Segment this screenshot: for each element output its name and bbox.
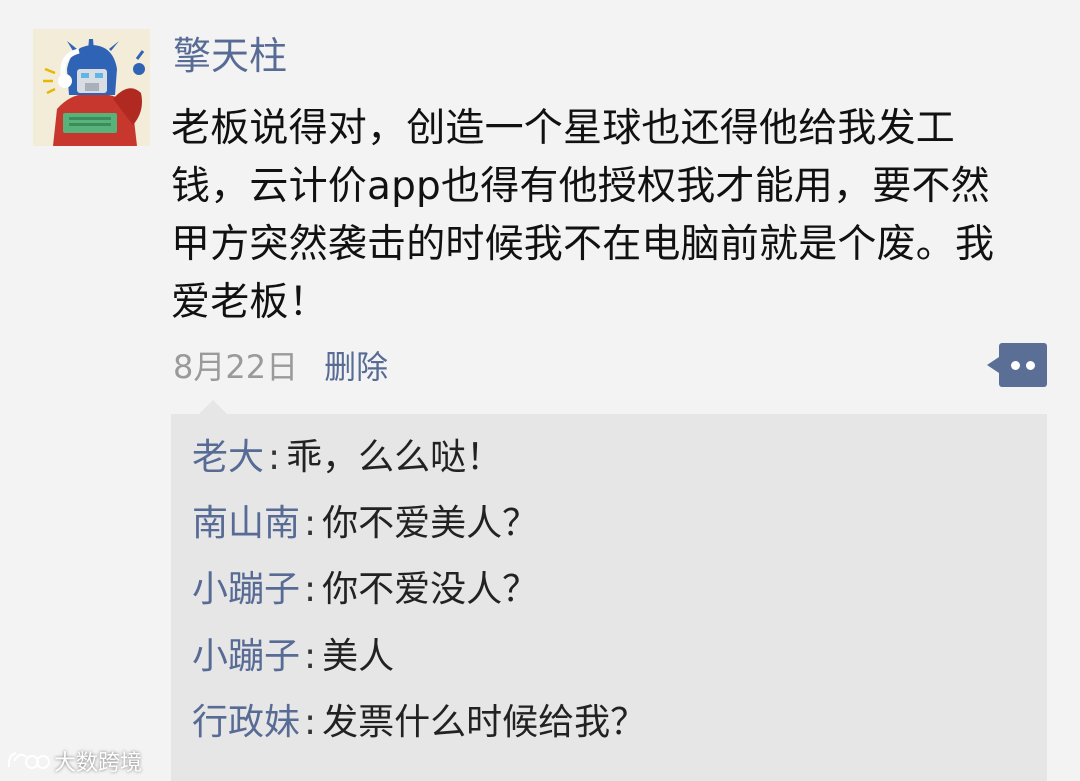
watermark-logo-icon <box>7 752 50 769</box>
comment-author[interactable]: 南山南 <box>192 503 300 544</box>
comment-text: 你不爱没人？ <box>322 569 539 610</box>
watermark-text: 大数跨境 <box>54 751 143 776</box>
comment-item: 小蹦子: 你不爱没人？ <box>192 567 538 613</box>
username[interactable]: 擎天柱 <box>173 30 287 82</box>
comment-author[interactable]: 小蹦子 <box>192 569 300 610</box>
comment-separator: : <box>304 636 317 677</box>
comment-text: 发票什么时候给我？ <box>322 702 647 743</box>
comment-item: 南山南: 你不爱美人？ <box>192 501 538 547</box>
comment-text: 乖，么么哒！ <box>286 437 503 478</box>
dot-icon <box>1026 361 1035 370</box>
comment-item: 小蹦子: 美人 <box>192 634 394 680</box>
post-meta-row: 8月22日 删除 <box>173 342 388 388</box>
more-dots-icon[interactable] <box>987 343 1047 387</box>
avatar[interactable] <box>33 29 150 146</box>
comment-item: 老大: 乖，么么哒！ <box>192 435 502 481</box>
post-text-line: 爱老板！ <box>171 280 328 325</box>
comment-separator: : <box>304 702 317 743</box>
comment-text: 你不爱美人？ <box>322 503 539 544</box>
comments-panel: 老大: 乖，么么哒！ 南山南: 你不爱美人？ 小蹦子: 你不爱没人？ 小蹦子: 美人 行… <box>171 400 1047 781</box>
comment-text: 美人 <box>322 636 395 677</box>
watermark: 大数跨境 <box>6 746 142 776</box>
comments-notch <box>199 400 227 414</box>
post-text-line: 钱，云计价app也得有他授权我才能用，要不然 <box>171 164 990 209</box>
moments-post: 擎天柱 老板说得对，创造一个星球也还得他给我发工 钱，云计价app也得有他授权我… <box>0 0 1080 781</box>
delete-button[interactable]: 删除 <box>324 342 388 388</box>
comment-separator: : <box>268 437 281 478</box>
post-text-line: 老板说得对，创造一个星球也还得他给我发工 <box>171 106 956 151</box>
comment-separator: : <box>304 503 317 544</box>
post-date: 8月22日 <box>173 348 299 386</box>
comment-item: 行政妹: 发票什么时候给我？ <box>192 700 646 746</box>
robot-avatar-icon <box>33 29 150 146</box>
comment-author[interactable]: 行政妹 <box>192 702 300 743</box>
post-text-line: 甲方突然袭击的时候我不在电脑前就是个废。我 <box>171 222 995 267</box>
more-button-body <box>999 343 1047 387</box>
post-text: 老板说得对，创造一个星球也还得他给我发工 钱，云计价app也得有他授权我才能用，… <box>171 100 1051 332</box>
dot-icon <box>1011 361 1020 370</box>
comment-author[interactable]: 小蹦子 <box>192 636 300 677</box>
more-button-tip <box>987 357 999 373</box>
comment-separator: : <box>304 569 317 610</box>
comment-author[interactable]: 老大 <box>192 437 264 478</box>
